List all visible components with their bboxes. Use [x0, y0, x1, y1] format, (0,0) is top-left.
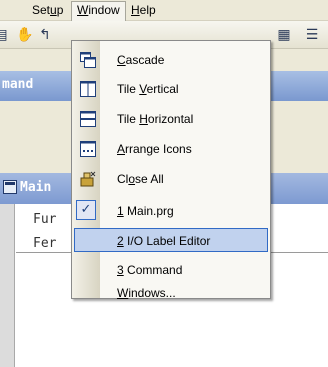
window-menu-dropdown: Cascade Tile Vertical Tile Horizontal Ar… — [71, 40, 271, 300]
command-window-title: mand — [2, 77, 34, 92]
window-icon — [3, 180, 17, 194]
cascade-icon — [80, 52, 96, 68]
menu-item-close-all[interactable]: Close All — [74, 167, 268, 191]
menu-window[interactable]: Window — [71, 1, 126, 21]
step-icon[interactable]: ↰ — [36, 26, 54, 44]
close-all-icon — [80, 171, 96, 187]
menu-item-io-label-editor[interactable]: 2 I/O Label Editor — [74, 228, 268, 252]
editor-gutter — [0, 204, 15, 367]
menu-item-tile-horizontal[interactable]: Tile Horizontal — [74, 107, 268, 131]
tile-vertical-icon — [80, 81, 96, 97]
tile-horizontal-icon — [80, 111, 96, 127]
menu-item-command[interactable]: 3 Command — [74, 258, 268, 282]
hand-icon[interactable]: ✋ — [16, 26, 34, 44]
menu-bar: Setup Window Help — [0, 0, 328, 21]
toolbar-button-icon[interactable]: ▤ — [0, 26, 10, 44]
menu-item-cascade[interactable]: Cascade — [74, 48, 268, 72]
checkmark-icon: ✓ — [76, 200, 96, 220]
code-line-2[interactable]: Fer — [33, 236, 56, 251]
menu-item-arrange-icons[interactable]: Arrange Icons — [74, 137, 268, 161]
properties-icon[interactable]: ▦ — [275, 26, 293, 44]
list-icon[interactable]: ☰ — [303, 26, 321, 44]
arrange-icons-icon — [80, 141, 96, 157]
menu-item-main-prg[interactable]: ✓ 1 Main.prg — [74, 199, 268, 223]
menu-item-windows[interactable]: Windows... — [74, 281, 268, 305]
code-line-1[interactable]: Fur — [33, 212, 56, 227]
menu-setup[interactable]: Setup — [27, 2, 68, 19]
main-window-title: Main — [20, 180, 52, 195]
menu-item-tile-vertical[interactable]: Tile Vertical — [74, 77, 268, 101]
menu-help[interactable]: Help — [126, 2, 161, 19]
